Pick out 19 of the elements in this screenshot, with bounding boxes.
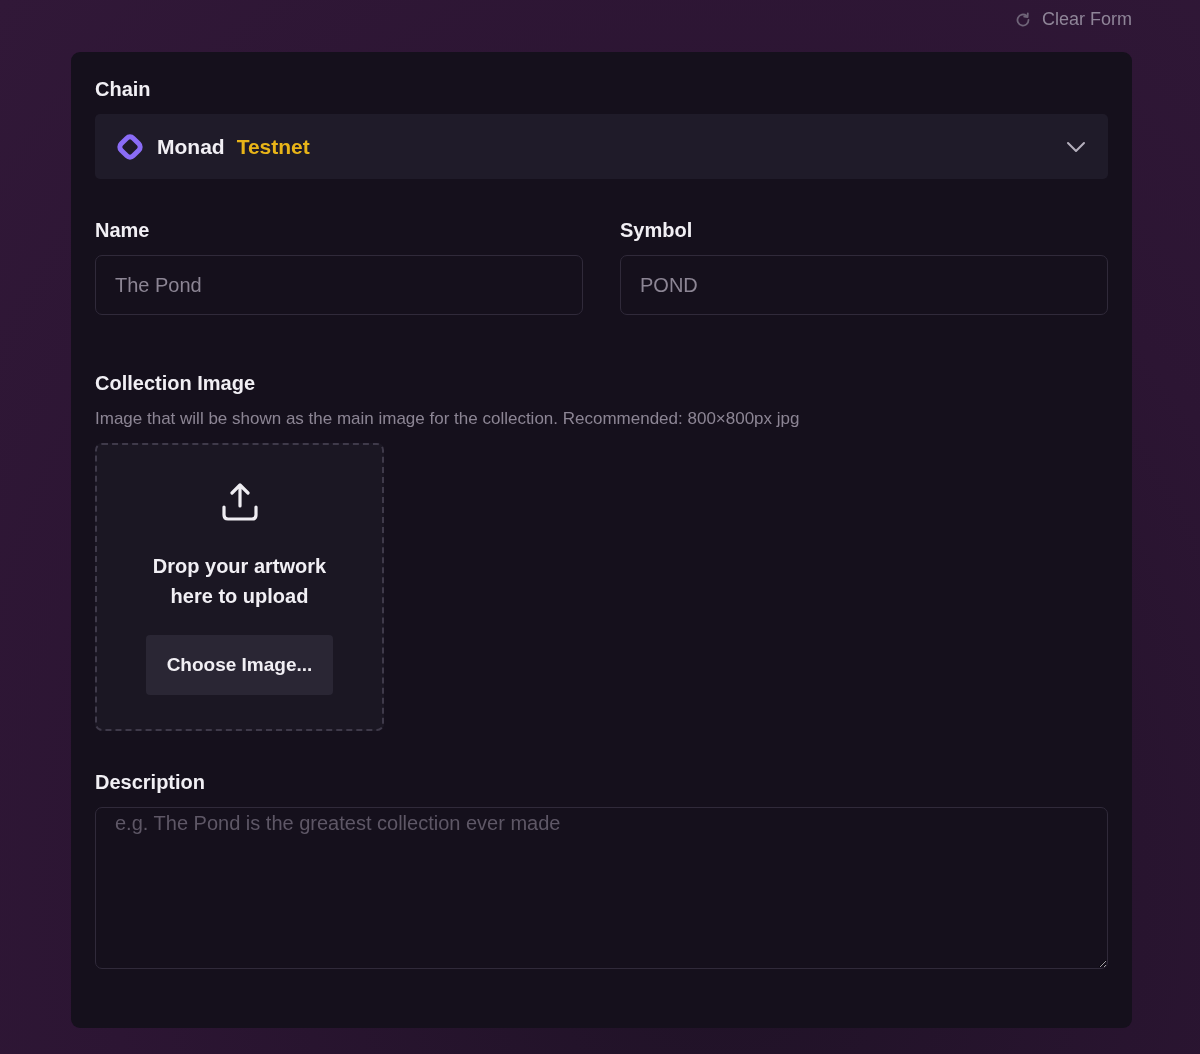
diamond-logo-icon [115, 131, 145, 162]
field-label: Symbol [620, 219, 694, 242]
field-label: Chain [95, 78, 152, 101]
chevron-down-icon [1066, 140, 1086, 153]
drop-instruction: Drop your artwork here to upload [151, 554, 328, 609]
description-textarea[interactable]: e.g. The Pond is the greatest collection ever made [95, 807, 1108, 969]
symbol-input[interactable]: POND [620, 255, 1108, 315]
field-hint: Image that will be shown as the main image for the collection. Recommended: 800×800px jpg [95, 409, 801, 429]
field-label: Name [95, 219, 151, 242]
name-input[interactable]: The Pond [95, 255, 583, 315]
clear-form-button[interactable]: Clear Form [1014, 9, 1132, 30]
field-label: Collection Image [95, 372, 257, 395]
image-dropzone[interactable]: Drop your artwork here to upload Choose Image... [95, 443, 384, 731]
choose-image-button[interactable]: Choose Image... [146, 635, 333, 695]
refresh-icon [1014, 10, 1032, 29]
field-label: Description [95, 771, 207, 794]
network-tag: Testnet [236, 134, 310, 159]
chain-dropdown[interactable]: Monad Testnet [95, 114, 1108, 179]
chain-name: Monad [157, 134, 225, 159]
